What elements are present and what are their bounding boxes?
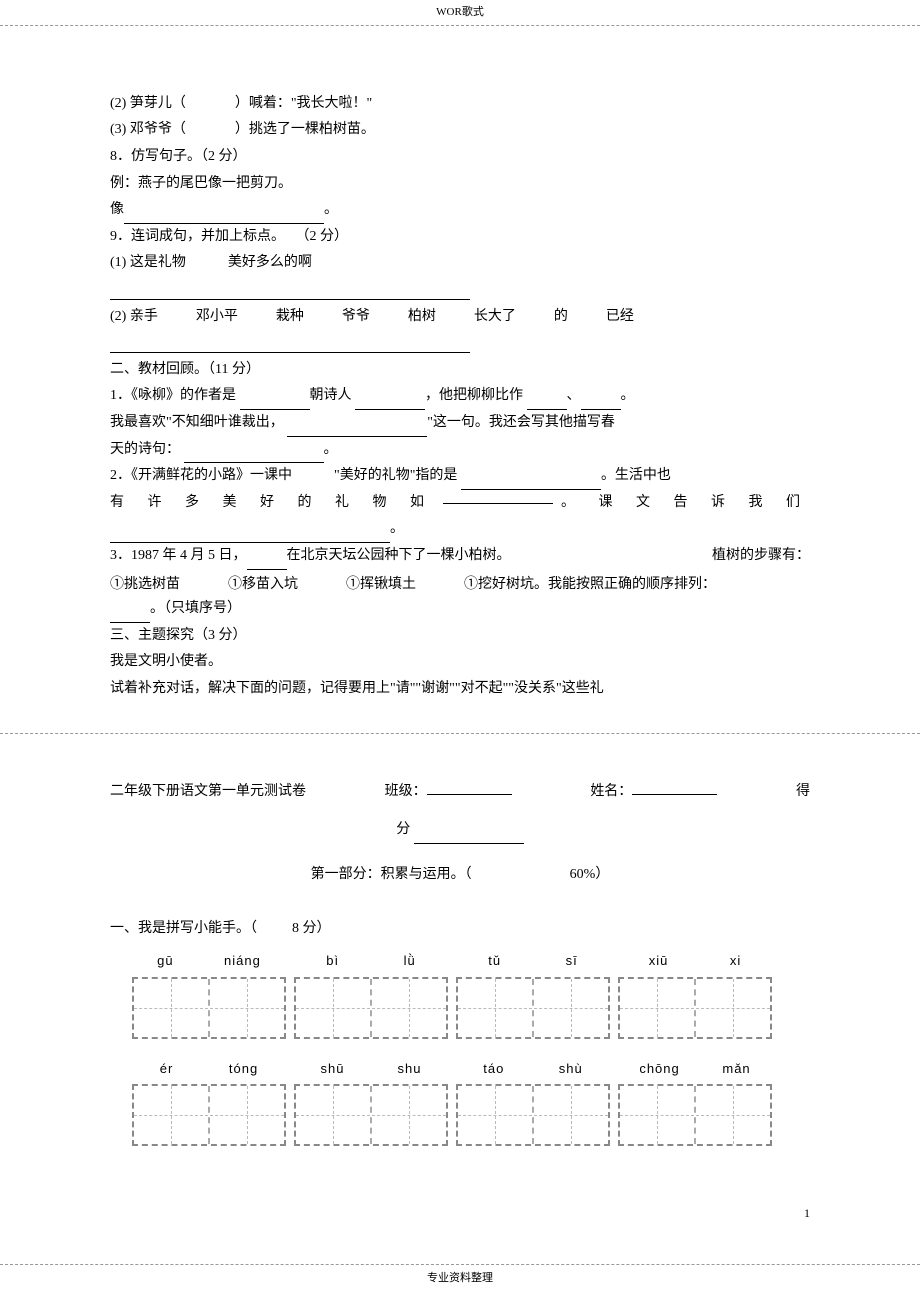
test-title: 二年级下册语文第一单元测试卷 xyxy=(110,779,306,806)
s2-q2-line1: 2．《开满鲜花的小路》一课中 "美好的礼物"指的是 。生活中也 xyxy=(110,463,810,490)
s2-q3-line1: 3．1987 年 4 月 5 日，在北京天坛公园种下了一棵小柏树。 植树的步骤有… xyxy=(110,543,810,570)
char-grid xyxy=(294,977,448,1039)
char-grid xyxy=(132,977,286,1039)
s2-q1-line2: 我最喜欢"不知细叶谁裁出， "这一句。我还会写其他描写春 xyxy=(110,410,810,437)
score-label-right: 得 xyxy=(796,779,810,806)
q9-item-1-blank xyxy=(110,277,810,304)
document-body: (2) 笋芽儿（ ）喊着："我长大啦！" (3) 邓爷爷（ ）挑选了一棵柏树苗。… xyxy=(0,26,920,1204)
part1-q1-title: 一、我是拼写小能手。（ 8 分） xyxy=(110,916,810,943)
char-grid xyxy=(618,977,772,1039)
q8-example: 例：燕子的尾巴像一把剪刀。 xyxy=(110,171,810,198)
char-grid-row-1 xyxy=(132,977,810,1039)
pinyin-row-1: ɡūniánɡ bìlǜ tǔsī xiūxi xyxy=(132,949,810,974)
s2-q3-line3: 。（只填序号） xyxy=(110,596,810,623)
char-grid xyxy=(294,1084,448,1146)
q7-item-2: (2) 笋芽儿（ ）喊着："我长大啦！" xyxy=(110,91,810,118)
char-grid xyxy=(132,1084,286,1146)
q8-answer-line: 像。 xyxy=(110,197,810,224)
s3-line2: 试着补充对话，解决下面的问题，记得要用上"请""谢谢""对不起""没关系"这些礼 xyxy=(110,676,810,703)
q9-title: 9．连词成句，并加上标点。 （2 分） xyxy=(110,224,810,251)
q7-item-3: (3) 邓爷爷（ ）挑选了一棵柏树苗。 xyxy=(110,117,810,144)
s3-line1: 我是文明小使者。 xyxy=(110,649,810,676)
name-label: 姓名： xyxy=(590,784,632,799)
part-1-title: 第一部分：积累与运用。（ 60%） xyxy=(110,862,810,889)
s2-q2-line2: 有 许 多 美 好 的 礼 物 如。 课 文 告 诉 我 们 xyxy=(110,490,810,517)
page-header: WOR歌式 xyxy=(0,0,920,25)
score-row: 分 xyxy=(110,817,810,844)
q9-item-2-blank xyxy=(110,330,810,357)
char-grid-row-2 xyxy=(132,1084,810,1146)
section-2-title: 二、教材回顾。（11 分） xyxy=(110,357,810,384)
q9-item-2: (2) 亲手 邓小平 栽种 爷爷 柏树 长大了 的 已经 xyxy=(110,304,810,331)
test-header-row: 二年级下册语文第一单元测试卷 班级： 姓名： 得 xyxy=(110,779,810,806)
section-3-title: 三、主题探究（3 分） xyxy=(110,623,810,650)
pinyin-row-2: értónɡ shūshu táoshù chōnɡmǎn xyxy=(132,1057,810,1082)
char-grid xyxy=(456,977,610,1039)
q8-title: 8．仿写句子。（2 分） xyxy=(110,144,810,171)
char-grid xyxy=(618,1084,772,1146)
s2-q3-line2: ①挑选树苗 ①移苗入坑 ①挥锹填土 ①挖好树坑。我能按照正确的顺序排列： xyxy=(110,570,810,597)
s2-q1-line1: 1．《咏柳》的作者是 朝诗人 ，他把柳柳比作 、。 xyxy=(110,383,810,410)
page-footer: 专业资料整理 xyxy=(0,1265,920,1295)
q9-item-1: (1) 这是礼物 美好多么的啊 xyxy=(110,250,810,277)
page-number: 1 xyxy=(804,1202,810,1225)
class-label: 班级： xyxy=(385,784,427,799)
s2-q1-line3: 天的诗句： 。 xyxy=(110,437,810,464)
mid-rule xyxy=(0,733,920,734)
s2-q2-line3: 。 xyxy=(110,516,810,543)
char-grid xyxy=(456,1084,610,1146)
